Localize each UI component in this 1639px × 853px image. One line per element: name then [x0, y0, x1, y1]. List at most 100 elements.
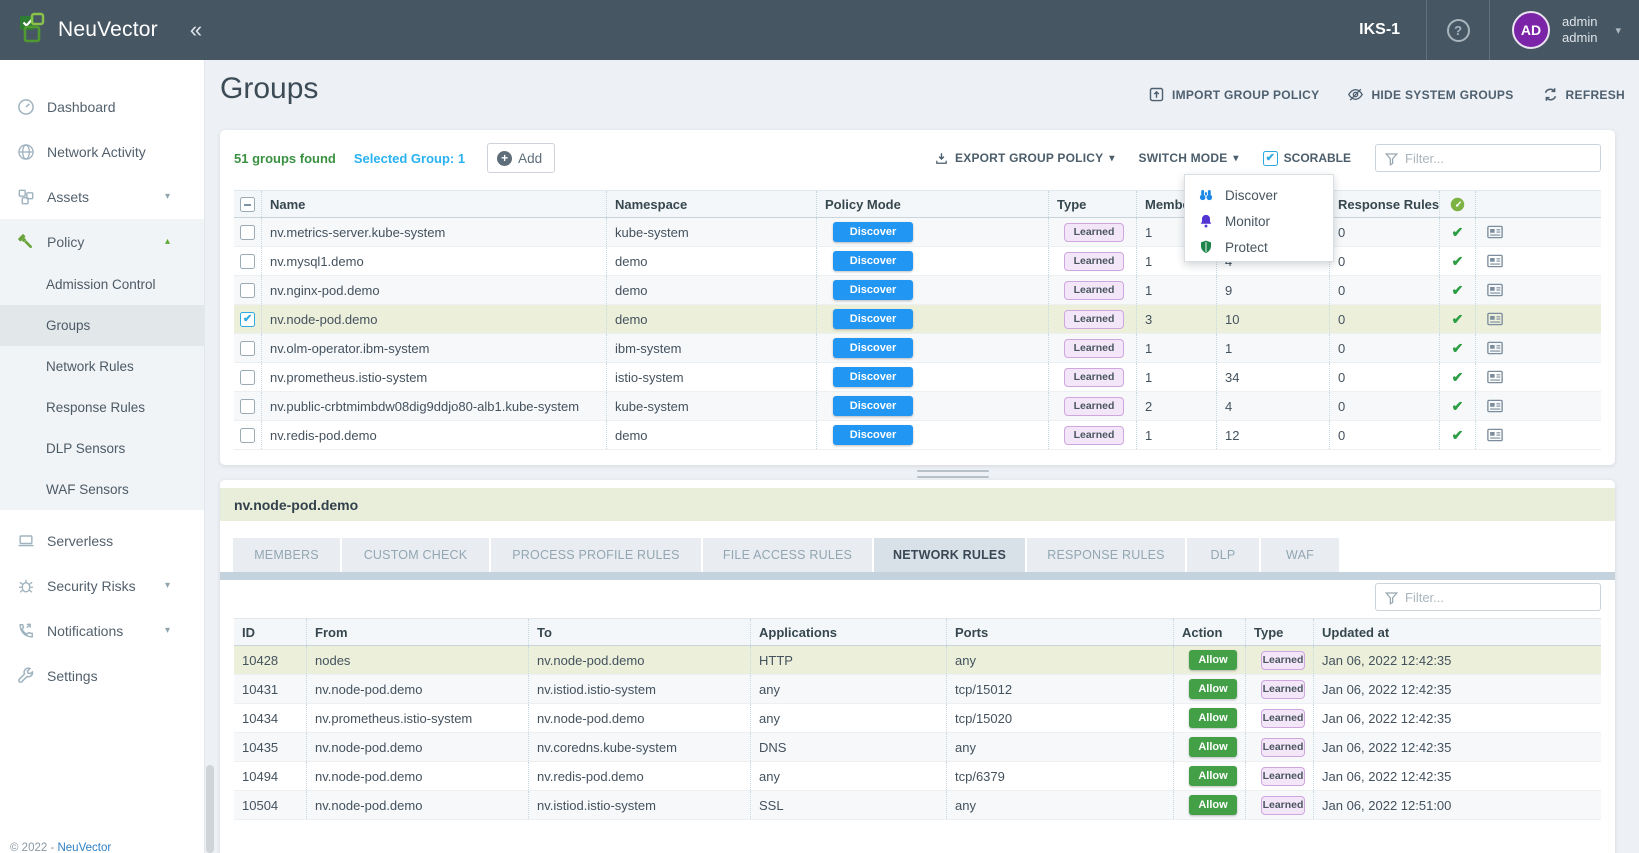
col-action[interactable]: Action — [1174, 619, 1246, 645]
col-applications[interactable]: Applications — [751, 619, 947, 645]
scorable-checkbox[interactable] — [1263, 151, 1278, 166]
row-checkbox-cell[interactable] — [234, 276, 262, 304]
report-icon[interactable] — [1484, 310, 1506, 328]
policy-mode-badge[interactable]: Discover — [833, 222, 913, 242]
action-badge[interactable]: Allow — [1189, 679, 1237, 699]
tab-custom-check[interactable]: CUSTOM CHECK — [342, 538, 489, 572]
report-icon[interactable] — [1484, 368, 1506, 386]
col-id[interactable]: ID — [234, 619, 307, 645]
table-row[interactable]: nv.nginx-pod.demo demo Discover Learned … — [234, 276, 1601, 305]
policy-mode-badge[interactable]: Discover — [833, 251, 913, 271]
export-group-policy-button[interactable]: EXPORT GROUP POLICY — [934, 151, 1115, 166]
action-badge[interactable]: Allow — [1189, 737, 1237, 757]
sidebar-item-groups[interactable]: Groups — [0, 305, 204, 346]
report-icon[interactable] — [1484, 339, 1506, 357]
switch-mode-button[interactable]: SWITCH MODE — [1139, 151, 1239, 165]
rule-row[interactable]: 10434 nv.prometheus.istio-system nv.node… — [234, 704, 1601, 733]
col-response-rules[interactable]: Response Rules — [1330, 191, 1440, 217]
tab-response-rules[interactable]: RESPONSE RULES — [1027, 538, 1185, 572]
report-icon[interactable] — [1484, 252, 1506, 270]
row-checkbox[interactable] — [240, 341, 255, 356]
col-namespace[interactable]: Namespace — [607, 191, 817, 217]
sidebar-item-notifications[interactable]: Notifications — [0, 608, 204, 653]
sidebar-item-network-activity[interactable]: Network Activity — [0, 129, 204, 174]
collapse-sidebar-icon[interactable] — [190, 17, 202, 43]
sidebar-item-settings[interactable]: Settings — [0, 653, 204, 698]
table-row-selected[interactable]: nv.node-pod.demo demo Discover Learned 3… — [234, 305, 1601, 334]
rule-row[interactable]: 10494 nv.node-pod.demo nv.redis-pod.demo… — [234, 762, 1601, 791]
tab-dlp[interactable]: DLP — [1187, 538, 1259, 572]
action-badge[interactable]: Allow — [1189, 795, 1237, 815]
tab-network-rules[interactable]: NETWORK RULES — [874, 538, 1025, 572]
add-group-button[interactable]: + Add — [487, 143, 555, 173]
report-icon[interactable] — [1484, 281, 1506, 299]
col-type[interactable]: Type — [1246, 619, 1314, 645]
policy-mode-badge[interactable]: Discover — [833, 280, 913, 300]
row-checkbox-cell[interactable] — [234, 421, 262, 449]
sidebar-item-dashboard[interactable]: Dashboard — [0, 84, 204, 129]
table-row[interactable]: nv.olm-operator.ibm-system ibm-system Di… — [234, 334, 1601, 363]
col-from[interactable]: From — [307, 619, 529, 645]
hide-system-groups-button[interactable]: HIDE SYSTEM GROUPS — [1347, 86, 1513, 103]
sidebar-item-serverless[interactable]: Serverless — [0, 518, 204, 563]
sidebar-item-policy[interactable]: Policy — [0, 219, 204, 264]
col-name[interactable]: Name — [262, 191, 607, 217]
tab-process-profile-rules[interactable]: PROCESS PROFILE RULES — [491, 538, 701, 572]
menu-item-monitor[interactable]: Monitor — [1185, 208, 1333, 234]
rule-row[interactable]: 10431 nv.node-pod.demo nv.istiod.istio-s… — [234, 675, 1601, 704]
sidebar-scrollbar[interactable] — [206, 765, 214, 853]
row-checkbox[interactable] — [240, 428, 255, 443]
row-checkbox-cell[interactable] — [234, 363, 262, 391]
policy-mode-badge[interactable]: Discover — [833, 338, 913, 358]
policy-mode-badge[interactable]: Discover — [833, 396, 913, 416]
help-button[interactable]: ? — [1427, 19, 1489, 42]
rule-row[interactable]: 10504 nv.node-pod.demo nv.istiod.istio-s… — [234, 791, 1601, 820]
row-checkbox[interactable] — [240, 370, 255, 385]
tab-waf[interactable]: WAF — [1261, 538, 1339, 572]
col-updated-at[interactable]: Updated at — [1314, 619, 1601, 645]
row-checkbox-cell[interactable] — [234, 334, 262, 362]
row-checkbox[interactable] — [240, 254, 255, 269]
row-checkbox[interactable] — [240, 399, 255, 414]
policy-mode-badge[interactable]: Discover — [833, 309, 913, 329]
row-checkbox[interactable] — [240, 312, 255, 327]
menu-item-protect[interactable]: Protect — [1185, 234, 1333, 260]
col-ports[interactable]: Ports — [947, 619, 1174, 645]
action-badge[interactable]: Allow — [1189, 708, 1237, 728]
rule-row[interactable]: 10435 nv.node-pod.demo nv.coredns.kube-s… — [234, 733, 1601, 762]
tab-file-access-rules[interactable]: FILE ACCESS RULES — [703, 538, 872, 572]
sidebar-item-response-rules[interactable]: Response Rules — [0, 387, 204, 428]
rule-row[interactable]: 10428 nodes nv.node-pod.demo HTTP any Al… — [234, 646, 1601, 675]
report-icon[interactable] — [1484, 426, 1506, 444]
rules-filter-input[interactable] — [1405, 590, 1592, 605]
groups-filter-input[interactable] — [1405, 151, 1592, 166]
scorable-toggle[interactable]: SCORABLE — [1263, 151, 1351, 166]
table-row[interactable]: nv.public-crbtmimbdw08dig9ddjo80-alb1.ku… — [234, 392, 1601, 421]
row-checkbox-cell[interactable] — [234, 392, 262, 420]
row-checkbox-cell[interactable] — [234, 218, 262, 246]
row-checkbox-cell[interactable] — [234, 305, 262, 333]
policy-mode-badge[interactable]: Discover — [833, 425, 913, 445]
action-badge[interactable]: Allow — [1189, 766, 1237, 786]
sidebar-item-admission-control[interactable]: Admission Control — [0, 264, 204, 305]
table-row[interactable]: nv.prometheus.istio-system istio-system … — [234, 363, 1601, 392]
table-row[interactable]: nv.metrics-server.kube-system kube-syste… — [234, 218, 1601, 247]
col-type[interactable]: Type — [1049, 191, 1137, 217]
col-policy-mode[interactable]: Policy Mode — [817, 191, 1049, 217]
sidebar-item-dlp-sensors[interactable]: DLP Sensors — [0, 428, 204, 469]
sidebar-item-security-risks[interactable]: Security Risks — [0, 563, 204, 608]
row-checkbox[interactable] — [240, 283, 255, 298]
header-checkbox-cell[interactable] — [234, 191, 262, 217]
table-row[interactable]: nv.redis-pod.demo demo Discover Learned … — [234, 421, 1601, 450]
report-icon[interactable] — [1484, 223, 1506, 241]
panel-resize-handle[interactable] — [917, 470, 989, 478]
menu-item-discover[interactable]: Discover — [1185, 182, 1333, 208]
col-to[interactable]: To — [529, 619, 751, 645]
import-group-policy-button[interactable]: IMPORT GROUP POLICY — [1148, 86, 1320, 103]
select-all-checkbox[interactable] — [240, 197, 255, 212]
neuvector-link[interactable]: NeuVector — [57, 842, 111, 853]
sidebar-item-waf-sensors[interactable]: WAF Sensors — [0, 469, 204, 510]
tab-members[interactable]: MEMBERS — [233, 538, 340, 572]
table-row[interactable]: nv.mysql1.demo demo Discover Learned 1 4… — [234, 247, 1601, 276]
policy-mode-badge[interactable]: Discover — [833, 367, 913, 387]
